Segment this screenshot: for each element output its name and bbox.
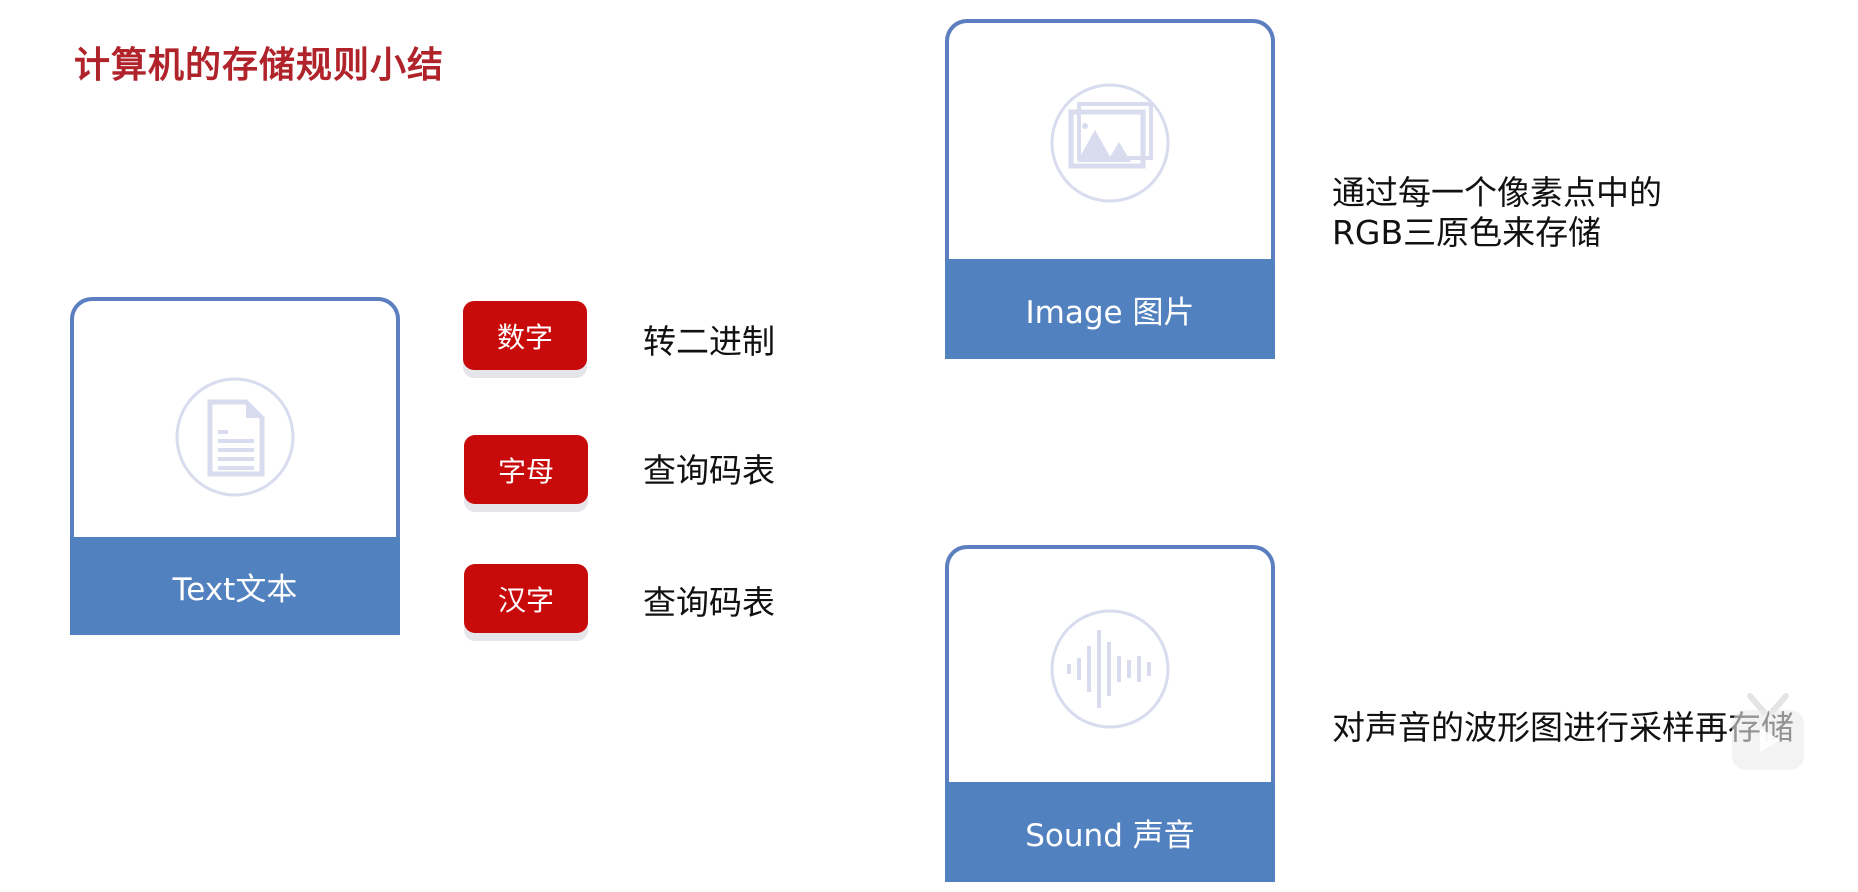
badge-number: 数字 [463,301,587,370]
video-player-icon [1732,693,1804,770]
image-card: Image 图片 [945,19,1275,359]
badge-letter: 字母 [464,435,588,504]
page-title: 计算机的存储规则小结 [74,45,445,86]
text-card-label: Text文本 [70,537,400,635]
sound-rule-desc: 对声音的波形图进行采样再存储 [1332,708,1794,747]
document-icon [175,377,295,497]
image-icon [1050,83,1170,203]
text-card: Text文本 [70,297,400,635]
image-rule-line2: RGB三原色来存储 [1332,213,1602,252]
sound-wave-icon [1050,609,1170,729]
sound-card-label: Sound 声音 [945,782,1275,882]
sound-card: Sound 声音 [945,545,1275,882]
rule-number-desc: 转二进制 [643,322,775,361]
rule-chinese-desc: 查询码表 [643,583,775,622]
image-card-label: Image 图片 [945,259,1275,359]
image-rule-line1: 通过每一个像素点中的 [1332,173,1662,212]
badge-chinese: 汉字 [464,564,588,633]
rule-letter-desc: 查询码表 [643,451,775,490]
